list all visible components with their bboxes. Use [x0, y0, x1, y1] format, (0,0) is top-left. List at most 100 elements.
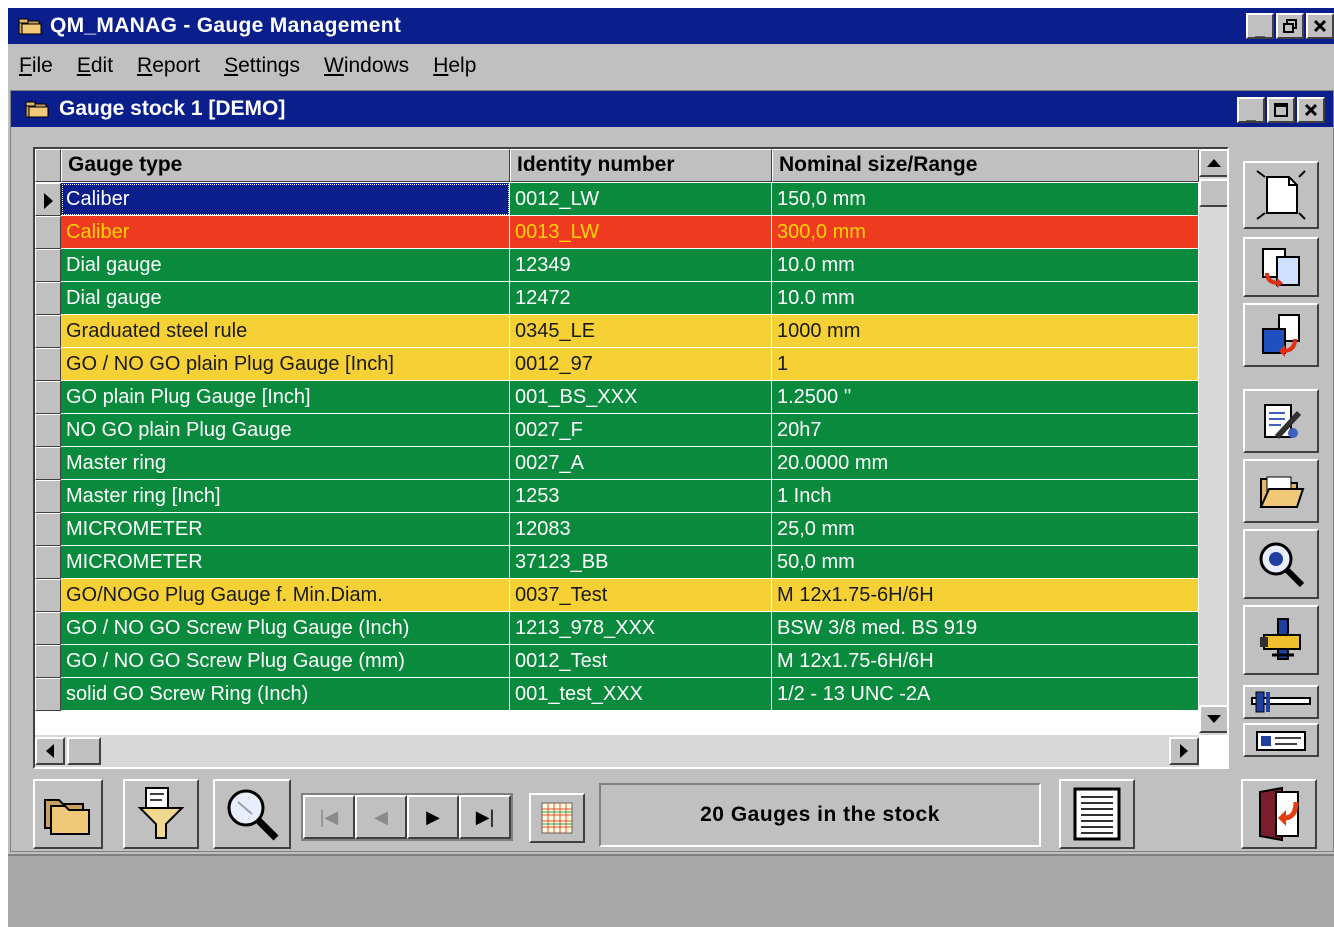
cell-identity-number[interactable]: 12083: [510, 513, 772, 546]
cell-nominal-size[interactable]: 25,0 mm: [772, 513, 1199, 546]
cell-nominal-size[interactable]: 300,0 mm: [772, 216, 1199, 249]
table-row[interactable]: Caliber 0013_LW 300,0 mm: [35, 216, 1199, 249]
cell-gauge-type[interactable]: GO / NO GO plain Plug Gauge [Inch]: [61, 348, 510, 381]
cell-gauge-type[interactable]: MICROMETER: [61, 546, 510, 579]
scroll-down-button[interactable]: [1199, 705, 1227, 733]
measure-card-button[interactable]: [1243, 723, 1319, 757]
cell-gauge-type[interactable]: NO GO plain Plug Gauge: [61, 414, 510, 447]
table-row[interactable]: GO / NO GO Screw Plug Gauge (mm) 0012_Tes…: [35, 645, 1199, 678]
caliper-button[interactable]: [1243, 685, 1319, 719]
cell-identity-number[interactable]: 12349: [510, 249, 772, 282]
column-header-nominal-size[interactable]: Nominal size/Range: [772, 149, 1199, 182]
cell-gauge-type[interactable]: Master ring: [61, 447, 510, 480]
row-indicator[interactable]: [35, 678, 61, 711]
cell-gauge-type[interactable]: Caliber: [61, 183, 510, 216]
cell-identity-number[interactable]: 0027_F: [510, 414, 772, 447]
cell-gauge-type[interactable]: GO / NO GO Screw Plug Gauge (mm): [61, 645, 510, 678]
open-stock-button[interactable]: [1243, 459, 1319, 523]
table-row[interactable]: MICROMETER 12083 25,0 mm: [35, 513, 1199, 546]
table-row[interactable]: Caliber 0012_LW 150,0 mm: [35, 183, 1199, 216]
table-row[interactable]: GO / NO GO Screw Plug Gauge (Inch) 1213_9…: [35, 612, 1199, 645]
table-row[interactable]: Master ring [Inch] 1253 1 Inch: [35, 480, 1199, 513]
child-minimize-button[interactable]: _: [1237, 97, 1265, 123]
cell-gauge-type[interactable]: Master ring [Inch]: [61, 480, 510, 513]
import-gauge-button[interactable]: [1243, 303, 1319, 367]
menu-file[interactable]: File: [19, 54, 53, 78]
grid-view-button[interactable]: [529, 793, 585, 843]
horizontal-scrollbar[interactable]: [35, 735, 1199, 767]
copy-gauge-button[interactable]: [1243, 237, 1319, 297]
cell-gauge-type[interactable]: solid GO Screw Ring (Inch): [61, 678, 510, 711]
scroll-thumb-vertical[interactable]: [1199, 179, 1227, 207]
prev-record-button[interactable]: ◀: [355, 795, 407, 839]
cell-gauge-type[interactable]: GO/NOGo Plug Gauge f. Min.Diam.: [61, 579, 510, 612]
menu-windows[interactable]: Windows: [324, 54, 409, 78]
cell-nominal-size[interactable]: 20.0000 mm: [772, 447, 1199, 480]
scroll-right-button[interactable]: [1169, 737, 1199, 765]
column-header-gauge-type[interactable]: Gauge type: [61, 149, 510, 182]
search-button[interactable]: [213, 779, 291, 849]
cell-nominal-size[interactable]: 10.0 mm: [772, 249, 1199, 282]
cell-gauge-type[interactable]: Dial gauge: [61, 249, 510, 282]
stock-list-button[interactable]: [33, 779, 103, 849]
restore-button[interactable]: [1276, 13, 1304, 39]
last-record-button[interactable]: ▶|: [459, 795, 511, 839]
table-row[interactable]: Dial gauge 12472 10.0 mm: [35, 282, 1199, 315]
cell-nominal-size[interactable]: 1.2500 '': [772, 381, 1199, 414]
cell-identity-number[interactable]: 0012_97: [510, 348, 772, 381]
table-row[interactable]: GO/NOGo Plug Gauge f. Min.Diam. 0037_Test…: [35, 579, 1199, 612]
cell-nominal-size[interactable]: M 12x1.75-6H/6H: [772, 579, 1199, 612]
print-list-button[interactable]: [1059, 779, 1135, 849]
cell-identity-number[interactable]: 001_test_XXX: [510, 678, 772, 711]
cell-nominal-size[interactable]: 1: [772, 348, 1199, 381]
table-row[interactable]: Graduated steel rule 0345_LE 1000 mm: [35, 315, 1199, 348]
table-row[interactable]: GO / NO GO plain Plug Gauge [Inch] 0012_9…: [35, 348, 1199, 381]
table-row[interactable]: NO GO plain Plug Gauge 0027_F 20h7: [35, 414, 1199, 447]
calibration-button[interactable]: [1243, 605, 1319, 675]
row-indicator[interactable]: [35, 414, 61, 447]
vertical-scrollbar[interactable]: [1199, 149, 1227, 735]
row-indicator[interactable]: [35, 645, 61, 678]
cell-gauge-type[interactable]: Graduated steel rule: [61, 315, 510, 348]
cell-nominal-size[interactable]: 10.0 mm: [772, 282, 1199, 315]
row-indicator[interactable]: [35, 546, 61, 579]
row-indicator[interactable]: [35, 216, 61, 249]
cell-gauge-type[interactable]: GO plain Plug Gauge [Inch]: [61, 381, 510, 414]
row-indicator[interactable]: [35, 381, 61, 414]
menu-settings[interactable]: Settings: [224, 54, 300, 78]
table-row[interactable]: Dial gauge 12349 10.0 mm: [35, 249, 1199, 282]
edit-gauge-button[interactable]: [1243, 389, 1319, 453]
cell-gauge-type[interactable]: Dial gauge: [61, 282, 510, 315]
cell-identity-number[interactable]: 0013_LW: [510, 216, 772, 249]
cell-identity-number[interactable]: 1253: [510, 480, 772, 513]
cell-gauge-type[interactable]: GO / NO GO Screw Plug Gauge (Inch): [61, 612, 510, 645]
scroll-up-button[interactable]: [1199, 149, 1227, 177]
cell-identity-number[interactable]: 001_BS_XXX: [510, 381, 772, 414]
row-indicator[interactable]: [35, 480, 61, 513]
child-close-button[interactable]: [1297, 97, 1325, 123]
cell-nominal-size[interactable]: 1/2 - 13 UNC -2A: [772, 678, 1199, 711]
menu-help[interactable]: Help: [433, 54, 476, 78]
cell-identity-number[interactable]: 0012_Test: [510, 645, 772, 678]
menu-edit[interactable]: Edit: [77, 54, 113, 78]
row-indicator[interactable]: [35, 348, 61, 381]
cell-identity-number[interactable]: 1213_978_XXX: [510, 612, 772, 645]
cell-nominal-size[interactable]: BSW 3/8 med. BS 919: [772, 612, 1199, 645]
first-record-button[interactable]: |◀: [303, 795, 355, 839]
cell-identity-number[interactable]: 0345_LE: [510, 315, 772, 348]
cell-nominal-size[interactable]: M 12x1.75-6H/6H: [772, 645, 1199, 678]
cell-nominal-size[interactable]: 1000 mm: [772, 315, 1199, 348]
exit-button[interactable]: [1241, 779, 1317, 849]
menu-report[interactable]: Report: [137, 54, 200, 78]
column-header-identity-number[interactable]: Identity number: [510, 149, 772, 182]
scroll-left-button[interactable]: [35, 737, 65, 765]
scroll-thumb-horizontal[interactable]: [67, 737, 101, 765]
cell-nominal-size[interactable]: 50,0 mm: [772, 546, 1199, 579]
new-gauge-button[interactable]: [1243, 161, 1319, 229]
cell-nominal-size[interactable]: 150,0 mm: [772, 183, 1199, 216]
cell-gauge-type[interactable]: Caliber: [61, 216, 510, 249]
cell-identity-number[interactable]: 0037_Test: [510, 579, 772, 612]
row-indicator[interactable]: [35, 183, 61, 216]
cell-nominal-size[interactable]: 1 Inch: [772, 480, 1199, 513]
filter-button[interactable]: [123, 779, 199, 849]
